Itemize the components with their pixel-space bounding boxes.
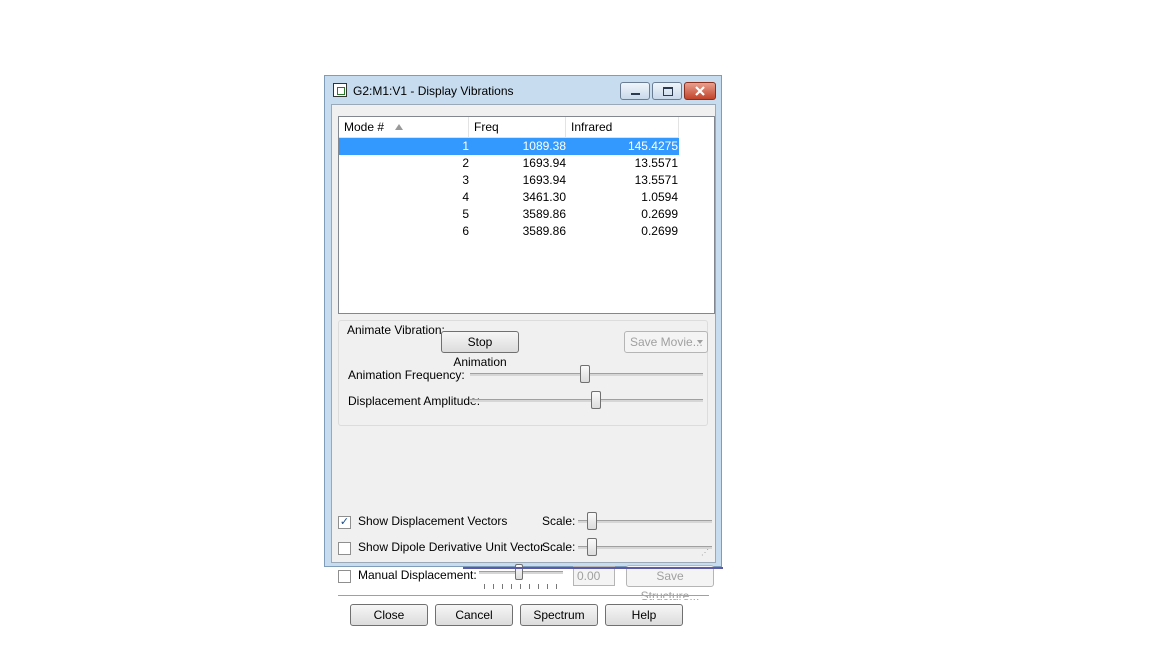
show-displacement-vectors-label: Show Displacement Vectors	[358, 514, 508, 528]
animation-frequency-thumb[interactable]	[580, 365, 590, 383]
cell-infrared: 13.5571	[634, 173, 678, 187]
cell-freq: 1089.38	[522, 139, 566, 153]
dipole-scale-thumb[interactable]	[587, 538, 597, 556]
minimize-icon	[631, 93, 640, 95]
maximize-icon	[663, 87, 673, 96]
dipole-scale-slider[interactable]	[578, 546, 712, 549]
table-row[interactable]: 4 3461.30 1.0594	[339, 189, 679, 206]
table-row[interactable]: 5 3589.86 0.2699	[339, 206, 679, 223]
column-header-freq[interactable]: Freq	[469, 117, 566, 137]
cancel-button[interactable]: Cancel	[435, 604, 513, 626]
manual-displacement-checkbox[interactable]	[338, 570, 351, 583]
modes-list[interactable]: Mode # Freq Infrared 1 1089.38 145.4275 …	[338, 116, 715, 314]
cell-freq: 3589.86	[522, 224, 566, 238]
tick-mark	[529, 584, 530, 589]
column-header-mode[interactable]: Mode #	[339, 117, 469, 137]
table-row[interactable]: 6 3589.86 0.2699	[339, 223, 679, 240]
column-header-label: Mode #	[344, 120, 385, 134]
manual-displacement-value[interactable]: 0.00	[573, 566, 615, 586]
show-dipole-derivative-label: Show Dipole Derivative Unit Vector	[358, 540, 545, 554]
display-vibrations-window: G2:M1:V1 - Display Vibrations Mode # Fre…	[324, 75, 722, 626]
cell-infrared: 1.0594	[641, 190, 678, 204]
table-row[interactable]: 1 1089.38 145.4275	[339, 138, 679, 155]
app-icon	[333, 83, 347, 97]
tick-mark	[502, 584, 503, 589]
sort-ascending-icon	[395, 124, 403, 130]
tick-mark	[520, 584, 521, 589]
close-button[interactable]: Close	[350, 604, 428, 626]
tick-mark	[538, 584, 539, 589]
table-row[interactable]: 2 1693.94 13.5571	[339, 155, 679, 172]
dialog-client-area: Mode # Freq Infrared 1 1089.38 145.4275 …	[331, 104, 716, 626]
vectors-scale-label: Scale:	[542, 514, 576, 528]
dipole-scale-label: Scale:	[542, 540, 576, 554]
displacement-amplitude-slider[interactable]	[470, 399, 703, 402]
cell-infrared: 145.4275	[627, 139, 678, 153]
tick-mark	[484, 584, 485, 589]
displacement-amplitude-label: Displacement Amplitude:	[348, 394, 481, 408]
animate-vibration-label: Animate Vibration:	[347, 323, 445, 337]
maximize-button[interactable]	[652, 82, 682, 100]
close-icon	[695, 86, 705, 96]
vectors-scale-slider[interactable]	[578, 520, 712, 523]
chevron-down-icon	[697, 340, 703, 344]
window-title: G2:M1:V1 - Display Vibrations	[353, 84, 514, 98]
save-movie-dropdown[interactable]: Save Movie...	[624, 331, 708, 353]
column-header-label: Freq	[474, 120, 499, 134]
cell-mode: 3	[462, 173, 469, 187]
cell-mode: 1	[462, 139, 469, 153]
cell-mode: 5	[462, 207, 469, 221]
stop-animation-button[interactable]: Stop Animation	[441, 331, 519, 369]
close-window-button[interactable]	[684, 82, 716, 100]
show-dipole-derivative-checkbox[interactable]	[338, 542, 351, 555]
cell-mode: 6	[462, 224, 469, 238]
save-movie-label: Save Movie...	[630, 335, 703, 349]
checkmark-icon: ✓	[339, 516, 350, 528]
cell-infrared: 13.5571	[634, 156, 678, 170]
cell-infrared: 0.2699	[641, 224, 678, 238]
vectors-scale-thumb[interactable]	[587, 512, 597, 530]
background-window-edge	[463, 567, 723, 569]
cell-mode: 2	[462, 156, 469, 170]
title-bar[interactable]: G2:M1:V1 - Display Vibrations	[325, 76, 721, 104]
column-header-infrared[interactable]: Infrared	[566, 117, 679, 137]
manual-displacement-label: Manual Displacement:	[358, 568, 477, 582]
animate-vibration-group: Animate Vibration: Stop Animation Save M…	[338, 320, 708, 426]
help-button[interactable]: Help	[605, 604, 683, 626]
divider	[338, 595, 709, 599]
resize-grip-icon[interactable]: ⋰	[701, 548, 711, 558]
list-header: Mode # Freq Infrared	[339, 117, 679, 138]
cell-freq: 1693.94	[522, 156, 566, 170]
column-header-label: Infrared	[571, 120, 613, 134]
tick-mark	[547, 584, 548, 589]
tick-mark	[556, 584, 557, 589]
cell-freq: 3589.86	[522, 207, 566, 221]
show-displacement-vectors-checkbox[interactable]: ✓	[338, 516, 351, 529]
spectrum-button[interactable]: Spectrum	[520, 604, 598, 626]
cell-freq: 1693.94	[522, 173, 566, 187]
cell-mode: 4	[462, 190, 469, 204]
table-row[interactable]: 3 1693.94 13.5571	[339, 172, 679, 189]
displacement-amplitude-thumb[interactable]	[591, 391, 601, 409]
manual-displacement-ticks	[484, 584, 562, 590]
minimize-button[interactable]	[620, 82, 650, 100]
tick-mark	[493, 584, 494, 589]
cell-infrared: 0.2699	[641, 207, 678, 221]
animation-frequency-label: Animation Frequency:	[348, 368, 465, 382]
tick-mark	[511, 584, 512, 589]
cell-freq: 3461.30	[522, 190, 566, 204]
